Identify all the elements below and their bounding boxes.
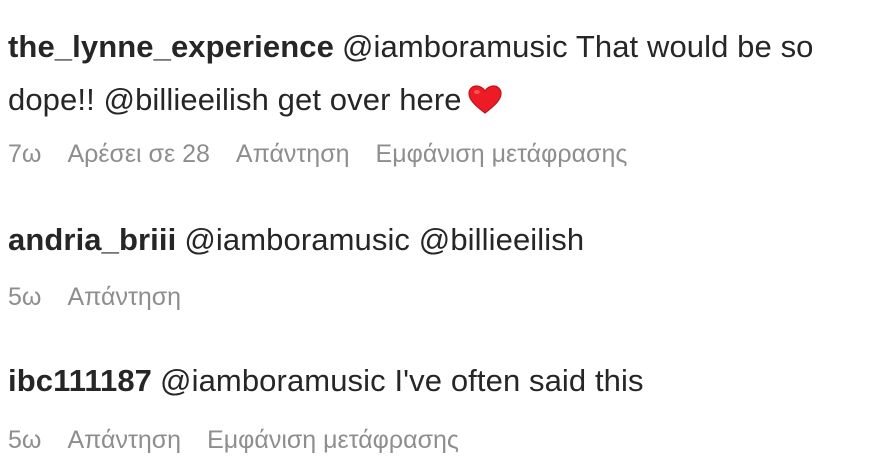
comment-username[interactable]: andria_briii	[8, 222, 176, 257]
comment-item: andria_briii @iamboramusic @billieeilish	[8, 213, 870, 266]
comment-item: ibc111187 @iamboramusic I've often said t…	[8, 354, 870, 407]
comment-timestamp[interactable]: 5ω	[8, 283, 41, 311]
see-translation-button[interactable]: Εμφάνιση μετάφρασης	[207, 426, 459, 454]
comment-text: the_lynne_experience @iamboramusic That w…	[8, 20, 870, 131]
mention-link[interactable]: @billieeilish	[104, 82, 269, 117]
comment-text: andria_briii @iamboramusic @billieeilish	[8, 213, 870, 266]
see-translation-button[interactable]: Εμφάνιση μετάφρασης	[376, 140, 628, 168]
comment-text: ibc111187 @iamboramusic I've often said t…	[8, 354, 870, 407]
comment-username[interactable]: the_lynne_experience	[8, 29, 334, 64]
mention-link[interactable]: @iamboramusic	[342, 29, 568, 64]
comment-body: get over here	[268, 82, 462, 117]
comment-meta: 5ω Απάντηση Εμφάνιση μετάφρασης	[8, 426, 485, 455]
comment-timestamp[interactable]: 5ω	[8, 426, 41, 454]
comment-meta: 7ω Αρέσει σε 28 Απάντηση Εμφάνιση μετάφραση…	[8, 140, 653, 169]
mention-link[interactable]: @billieeilish	[419, 222, 584, 257]
likes-count[interactable]: Αρέσει σε 28	[67, 140, 209, 168]
reply-button[interactable]: Απάντηση	[67, 426, 181, 454]
mention-link[interactable]: @iamboramusic	[184, 222, 410, 257]
mention-link[interactable]: @iamboramusic	[160, 363, 386, 398]
reply-button[interactable]: Απάντηση	[236, 140, 350, 168]
reply-button[interactable]: Απάντηση	[67, 283, 181, 311]
comment-body: I've often said this	[385, 363, 644, 398]
comment-username[interactable]: ibc111187	[8, 363, 152, 398]
comment-timestamp[interactable]: 7ω	[8, 140, 41, 168]
comment-meta: 5ω Απάντηση	[8, 283, 207, 312]
red-heart-icon	[468, 78, 502, 131]
comment-item: the_lynne_experience @iamboramusic That w…	[8, 20, 870, 131]
